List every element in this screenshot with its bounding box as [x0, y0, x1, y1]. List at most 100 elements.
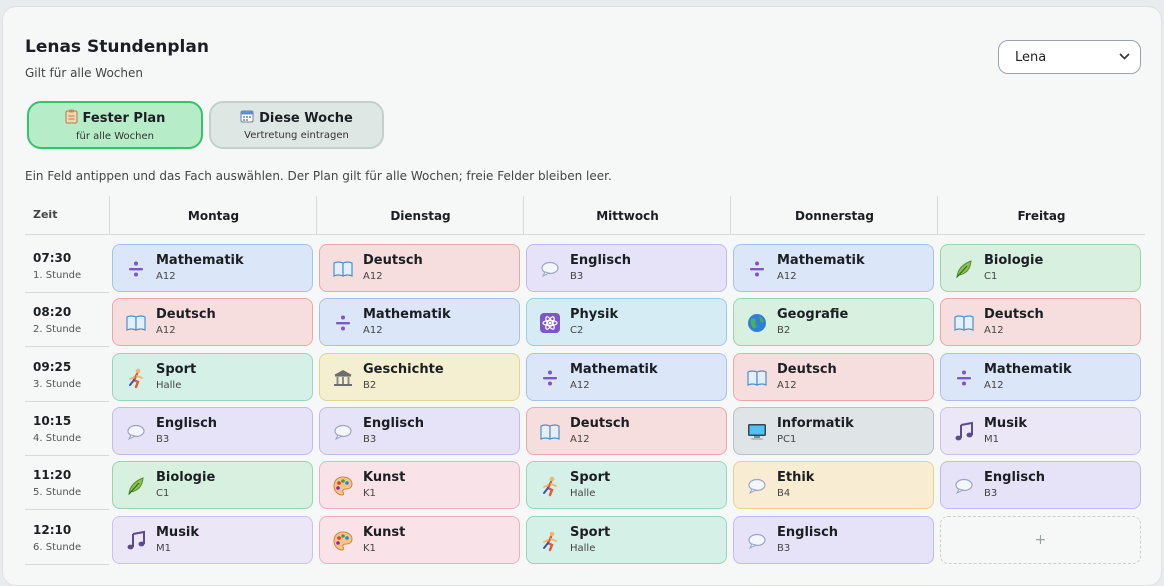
lesson-subject: Mathematik: [777, 253, 865, 268]
lesson-cell[interactable]: Englisch B3: [526, 244, 727, 292]
lesson-cell[interactable]: Ethik B4: [733, 461, 934, 510]
math-icon: [750, 261, 764, 277]
math-icon: [957, 370, 971, 386]
book-icon: [126, 315, 146, 331]
day-header-mittwoch: Mittwoch: [523, 196, 731, 235]
lesson-cell[interactable]: Deutsch A12: [319, 244, 520, 292]
book-icon: [333, 261, 353, 277]
leaf-icon: [956, 260, 972, 278]
period-time-cell: 07:30 1. Stunde: [25, 239, 109, 293]
lesson-room: A12: [984, 379, 1004, 391]
period-time: 12:10: [33, 522, 72, 537]
lesson-room: Halle: [156, 379, 182, 391]
lesson-subject: Deutsch: [777, 361, 837, 377]
lesson-subject: Musik: [156, 524, 200, 540]
lesson-room: A12: [156, 325, 176, 337]
day-header-dienstag: Dienstag: [316, 196, 524, 235]
period-label: 5. Stunde: [33, 487, 82, 499]
lesson-cell[interactable]: Physik C2: [526, 298, 727, 347]
lesson-room: K1: [363, 488, 376, 500]
lesson-cell[interactable]: Sport Halle: [112, 352, 313, 401]
lesson-subject: Musik: [984, 415, 1028, 431]
lesson-room: C1: [156, 488, 170, 500]
day-header-donnerstag: Donnerstag: [730, 196, 938, 235]
lesson-cell[interactable]: Mathematik A12: [940, 352, 1141, 401]
lesson-room: Halle: [570, 488, 596, 500]
speech-bubble-icon: [334, 424, 352, 440]
lesson-subject: Biologie: [984, 253, 1044, 268]
lesson-room: A12: [984, 325, 1004, 337]
lesson-room: C2: [570, 325, 584, 337]
lesson-cell[interactable]: Englisch B3: [319, 406, 520, 455]
day-header-montag: Montag: [109, 196, 317, 235]
lesson-subject: Deutsch: [363, 253, 423, 268]
lesson-room: B3: [570, 271, 584, 282]
lesson-subject: Sport: [156, 361, 197, 377]
time-column-header: Zeit: [25, 196, 110, 235]
lesson-cell[interactable]: Musik M1: [940, 406, 1141, 455]
lesson-cell[interactable]: Englisch B3: [112, 406, 313, 455]
leaf-icon: [128, 477, 144, 495]
page-title: Lenas Stundenplan: [25, 37, 209, 57]
lesson-room: M1: [984, 433, 999, 445]
lesson-cell[interactable]: Mathematik A12: [733, 244, 934, 292]
lesson-cell[interactable]: Mathematik A12: [112, 244, 313, 292]
chevron-down-icon: [1119, 52, 1130, 63]
lesson-cell[interactable]: Geografie B2: [733, 298, 934, 347]
lesson-subject: Englisch: [984, 470, 1046, 486]
lesson-room: B3: [363, 433, 377, 445]
period-time: 11:20: [33, 468, 72, 483]
lesson-cell[interactable]: Mathematik A12: [319, 298, 520, 347]
computer-icon: [748, 423, 766, 440]
lesson-cell[interactable]: Musik M1: [112, 515, 313, 564]
lesson-subject: Geschichte: [363, 361, 444, 377]
lesson-room: A12: [777, 271, 797, 282]
lesson-cell[interactable]: Mathematik A12: [526, 352, 727, 401]
lesson-room: B2: [777, 325, 791, 337]
timetable-card: Lenas Stundenplan Gilt für alle Wochen L…: [2, 6, 1162, 586]
mode-fixed-plan-button[interactable]: Fester Plan für alle Wochen: [27, 101, 203, 149]
lesson-room: A12: [570, 433, 590, 445]
atom-icon: [539, 312, 561, 334]
empty-lesson-slot[interactable]: +: [940, 515, 1141, 564]
lesson-subject: Deutsch: [156, 307, 216, 323]
speech-bubble-icon: [955, 479, 973, 494]
book-icon: [747, 369, 767, 386]
lesson-room: A12: [156, 271, 176, 282]
period-label: 1. Stunde: [33, 270, 82, 281]
mode-this-week-button[interactable]: Diese Woche Vertretung eintragen: [209, 101, 384, 149]
lesson-cell[interactable]: Englisch B3: [940, 461, 1141, 510]
period-time: 10:15: [33, 413, 72, 428]
lesson-cell[interactable]: Deutsch A12: [940, 298, 1141, 347]
lesson-cell[interactable]: Geschichte B2: [319, 352, 520, 401]
lesson-subject: Englisch: [570, 253, 632, 268]
lesson-cell[interactable]: Sport Halle: [526, 515, 727, 564]
speech-bubble-icon: [127, 424, 145, 440]
lesson-room: B3: [777, 542, 791, 554]
lesson-cell[interactable]: Kunst K1: [319, 461, 520, 510]
lesson-subject: Geografie: [777, 307, 849, 323]
lesson-room: PC1: [777, 433, 797, 445]
lesson-room: B3: [156, 433, 170, 445]
lesson-cell[interactable]: Deutsch A12: [112, 298, 313, 347]
lesson-cell[interactable]: Englisch B3: [733, 515, 934, 564]
lesson-room: B3: [984, 488, 998, 500]
lesson-cell[interactable]: Biologie C1: [940, 244, 1141, 292]
lesson-cell[interactable]: Deutsch A12: [526, 406, 727, 455]
lesson-subject: Mathematik: [156, 253, 244, 268]
lesson-subject: Mathematik: [363, 307, 451, 323]
lesson-room: C1: [984, 271, 998, 282]
lesson-cell[interactable]: Kunst K1: [319, 515, 520, 564]
period-time-cell: 11:20 5. Stunde: [25, 456, 109, 511]
globe-icon: [748, 314, 766, 333]
lesson-cell[interactable]: Biologie C1: [112, 461, 313, 510]
student-select[interactable]: Lena: [998, 40, 1141, 74]
lesson-cell[interactable]: Sport Halle: [526, 461, 727, 510]
speech-bubble-icon: [541, 261, 559, 277]
lesson-subject: Englisch: [156, 415, 218, 431]
speech-bubble-icon: [748, 479, 766, 494]
lesson-cell[interactable]: Informatik PC1: [733, 406, 934, 455]
museum-icon: [334, 369, 352, 386]
runner-icon: [542, 530, 558, 551]
lesson-cell[interactable]: Deutsch A12: [733, 352, 934, 401]
